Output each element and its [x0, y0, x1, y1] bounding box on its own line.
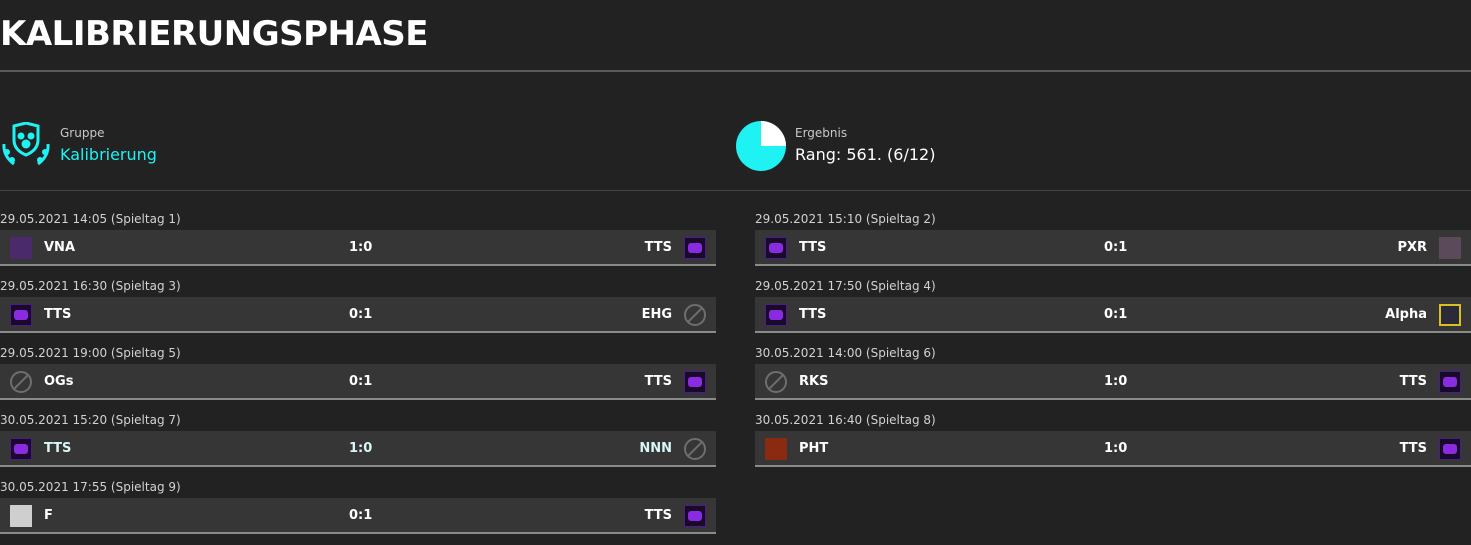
match-item[interactable]: 30.05.2021 14:00 (Spieltag 6) RKS 1:0 TT…	[755, 344, 1471, 411]
match-score: 0:1	[349, 307, 373, 322]
group-value: Kalibrierung	[60, 145, 157, 164]
away-team[interactable]: TTS	[645, 240, 672, 255]
away-team[interactable]: NNN	[639, 441, 672, 456]
match-item[interactable]: 30.05.2021 17:55 (Spieltag 9) F 0:1 TTS	[0, 478, 716, 545]
match-row[interactable]: TTS 0:1 PXR	[755, 230, 1471, 266]
home-team[interactable]: VNA	[44, 240, 75, 255]
group-icon	[2, 122, 50, 166]
match-row[interactable]: F 0:1 TTS	[0, 498, 716, 534]
match-row[interactable]: OGs 0:1 TTS	[0, 364, 716, 400]
home-team[interactable]: PHT	[799, 441, 828, 456]
group-info: Gruppe Kalibrierung	[0, 120, 300, 172]
away-team[interactable]: TTS	[1400, 374, 1427, 389]
match-score: 0:1	[349, 374, 373, 389]
away-team[interactable]: TTS	[1400, 441, 1427, 456]
vna-logo-icon	[10, 237, 32, 259]
match-row[interactable]: TTS 0:1 EHG	[0, 297, 716, 333]
match-row[interactable]: RKS 1:0 TTS	[755, 364, 1471, 400]
home-team[interactable]: F	[44, 508, 53, 523]
tts-logo-icon	[765, 304, 787, 326]
home-team[interactable]: TTS	[799, 307, 826, 322]
match-date: 29.05.2021 16:30 (Spieltag 3)	[0, 279, 181, 293]
home-team[interactable]: TTS	[44, 441, 71, 456]
away-team[interactable]: EHG	[642, 307, 672, 322]
match-date: 29.05.2021 17:50 (Spieltag 4)	[755, 279, 936, 293]
no-logo-icon	[684, 438, 706, 460]
away-team[interactable]: TTS	[645, 374, 672, 389]
no-logo-icon	[684, 304, 706, 326]
match-row[interactable]: PHT 1:0 TTS	[755, 431, 1471, 467]
home-team[interactable]: OGs	[44, 374, 73, 389]
result-info: Ergebnis Rang: 561. (6/12)	[735, 120, 1035, 172]
match-item[interactable]: 29.05.2021 14:05 (Spieltag 1) VNA 1:0 TT…	[0, 210, 716, 277]
match-item[interactable]: 30.05.2021 16:40 (Spieltag 8) PHT 1:0 TT…	[755, 411, 1471, 478]
match-score: 0:1	[1104, 307, 1128, 322]
tts-logo-icon	[684, 237, 706, 259]
tts-logo-icon	[1439, 438, 1461, 460]
tts-logo-icon	[684, 505, 706, 527]
pht-logo-icon	[765, 438, 787, 460]
match-score: 1:0	[1104, 374, 1128, 389]
no-logo-icon	[10, 371, 32, 393]
page-title: KALIBRIERUNGSPHASE	[0, 14, 429, 54]
match-date: 29.05.2021 15:10 (Spieltag 2)	[755, 212, 936, 226]
tts-logo-icon	[10, 304, 32, 326]
tts-logo-icon	[765, 237, 787, 259]
away-team[interactable]: Alpha	[1385, 307, 1427, 322]
tts-logo-icon	[684, 371, 706, 393]
match-row[interactable]: VNA 1:0 TTS	[0, 230, 716, 266]
result-pie-icon	[736, 121, 786, 171]
section-divider	[0, 190, 1471, 191]
match-item[interactable]: 30.05.2021 15:20 (Spieltag 7) TTS 1:0 NN…	[0, 411, 716, 478]
match-date: 30.05.2021 17:55 (Spieltag 9)	[0, 480, 181, 494]
away-team[interactable]: TTS	[645, 508, 672, 523]
result-value: Rang: 561. (6/12)	[795, 145, 936, 164]
match-score: 0:1	[349, 508, 373, 523]
match-row[interactable]: TTS 0:1 Alpha	[755, 297, 1471, 333]
match-date: 29.05.2021 19:00 (Spieltag 5)	[0, 346, 181, 360]
match-score: 1:0	[349, 441, 373, 456]
pxr-logo-icon	[1439, 237, 1461, 259]
match-item[interactable]: 29.05.2021 16:30 (Spieltag 3) TTS 0:1 EH…	[0, 277, 716, 344]
f-logo-icon	[10, 505, 32, 527]
result-label: Ergebnis	[795, 126, 848, 140]
match-item[interactable]: 29.05.2021 15:10 (Spieltag 2) TTS 0:1 PX…	[755, 210, 1471, 277]
tts-logo-icon	[10, 438, 32, 460]
match-score: 1:0	[349, 240, 373, 255]
match-date: 30.05.2021 16:40 (Spieltag 8)	[755, 413, 936, 427]
match-row[interactable]: TTS 1:0 NNN	[0, 431, 716, 467]
alpha-logo-icon	[1439, 304, 1461, 326]
home-team[interactable]: TTS	[799, 240, 826, 255]
match-score: 1:0	[1104, 441, 1128, 456]
no-logo-icon	[765, 371, 787, 393]
match-item[interactable]: 29.05.2021 19:00 (Spieltag 5) OGs 0:1 TT…	[0, 344, 716, 411]
title-divider	[0, 70, 1471, 72]
tts-logo-icon	[1439, 371, 1461, 393]
match-date: 29.05.2021 14:05 (Spieltag 1)	[0, 212, 181, 226]
match-date: 30.05.2021 15:20 (Spieltag 7)	[0, 413, 181, 427]
home-team[interactable]: TTS	[44, 307, 71, 322]
match-item[interactable]: 29.05.2021 17:50 (Spieltag 4) TTS 0:1 Al…	[755, 277, 1471, 344]
away-team[interactable]: PXR	[1397, 240, 1427, 255]
match-list-right: 29.05.2021 15:10 (Spieltag 2) TTS 0:1 PX…	[755, 210, 1471, 478]
group-label: Gruppe	[60, 126, 105, 140]
match-list-left: 29.05.2021 14:05 (Spieltag 1) VNA 1:0 TT…	[0, 210, 716, 545]
match-date: 30.05.2021 14:00 (Spieltag 6)	[755, 346, 936, 360]
home-team[interactable]: RKS	[799, 374, 828, 389]
match-score: 0:1	[1104, 240, 1128, 255]
